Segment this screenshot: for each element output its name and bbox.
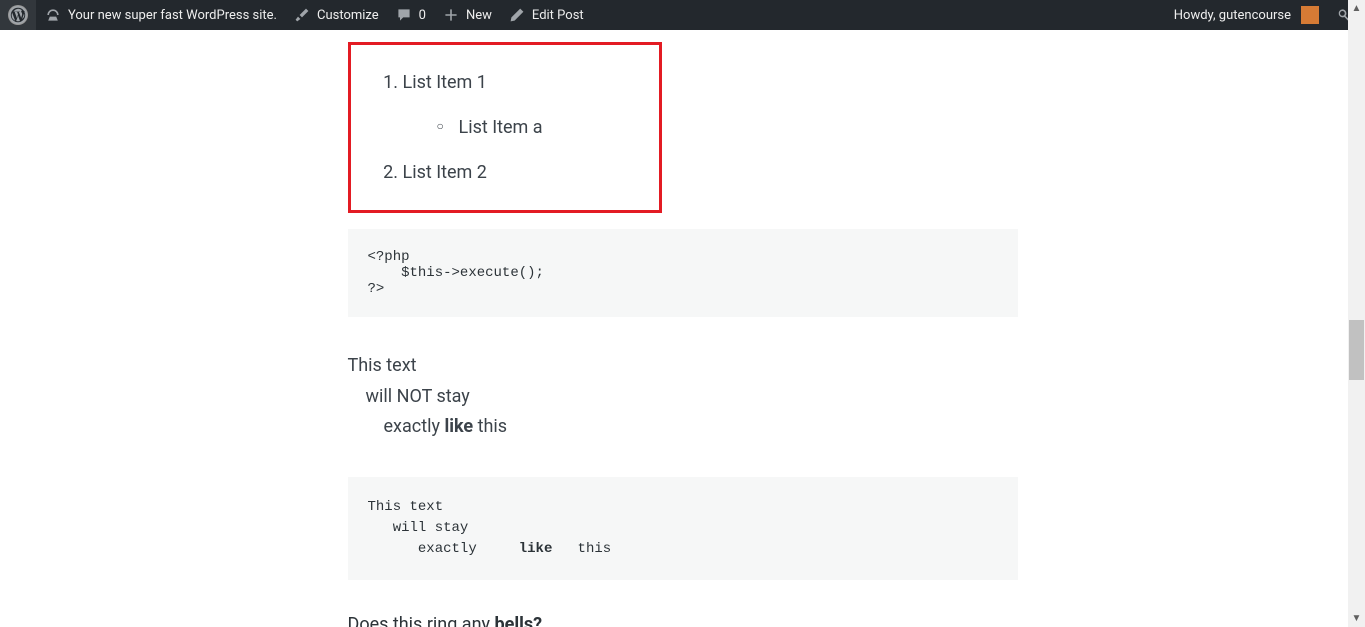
paragraph-block: Does this ring any bells? [348,614,1018,627]
scroll-down-arrow-icon[interactable]: ▼ [1348,610,1365,627]
paintbrush-icon [293,6,311,24]
post-content: List Item 1 List Item a List Item 2 <?ph… [348,42,1018,627]
list-item-text: List Item 1 [403,72,487,93]
comment-icon [395,6,413,24]
admin-bar-left: Your new super fast WordPress site. Cust… [0,0,592,30]
pencil-icon [508,6,526,24]
edit-post-text: Edit Post [532,8,584,23]
text-span: this [473,416,507,437]
pre-text: this [552,541,611,557]
ordered-list: List Item 1 List Item a List Item 2 [379,69,631,186]
list-item: List Item 1 List Item a [403,69,631,141]
bold-text: like [444,416,473,437]
wp-admin-bar: Your new super fast WordPress site. Cust… [0,0,1365,30]
wp-logo-menu[interactable] [0,0,36,30]
new-text: New [466,8,492,23]
nested-list-item: List Item a [459,114,631,141]
scroll-up-arrow-icon[interactable]: ▲ [1348,0,1365,17]
text-span: exactly [384,416,445,437]
scrollbar-thumb[interactable] [1349,320,1364,380]
text-line: exactly like this [348,412,1018,443]
vertical-scrollbar[interactable]: ▲ ▼ [1348,0,1365,627]
content-area: List Item 1 List Item a List Item 2 <?ph… [0,30,1365,627]
comments-count: 0 [419,8,426,23]
dashboard-icon [44,6,62,24]
nested-list: List Item a [403,114,631,141]
edit-post-link[interactable]: Edit Post [500,0,592,30]
bold-text: like [519,541,553,557]
howdy-text: Howdy, gutencourse [1174,8,1291,23]
text-line: This text [348,351,1018,382]
new-content-link[interactable]: New [434,0,500,30]
pre-text: This text will stay exactly [368,499,519,557]
highlighted-list-box: List Item 1 List Item a List Item 2 [348,42,662,213]
list-item: List Item 2 [403,159,631,186]
admin-bar-right: Howdy, gutencourse [1166,0,1361,30]
comments-link[interactable]: 0 [387,0,434,30]
paragraph-block: This text will NOT stay exactly like thi… [348,351,1018,443]
plus-icon [442,6,460,24]
customize-text: Customize [317,8,379,23]
customize-link[interactable]: Customize [285,0,387,30]
preformatted-block: This text will stay exactly like this [348,477,1018,580]
avatar [1301,6,1319,24]
site-name-link[interactable]: Your new super fast WordPress site. [36,0,285,30]
bold-text: bells? [495,614,543,627]
code-block: <?php $this->execute(); ?> [348,229,1018,317]
text-line: will NOT stay [348,382,1018,413]
my-account-link[interactable]: Howdy, gutencourse [1166,0,1327,30]
wordpress-logo-icon [8,5,28,25]
site-name-text: Your new super fast WordPress site. [68,8,277,23]
text-span: Does this ring any [348,614,495,627]
